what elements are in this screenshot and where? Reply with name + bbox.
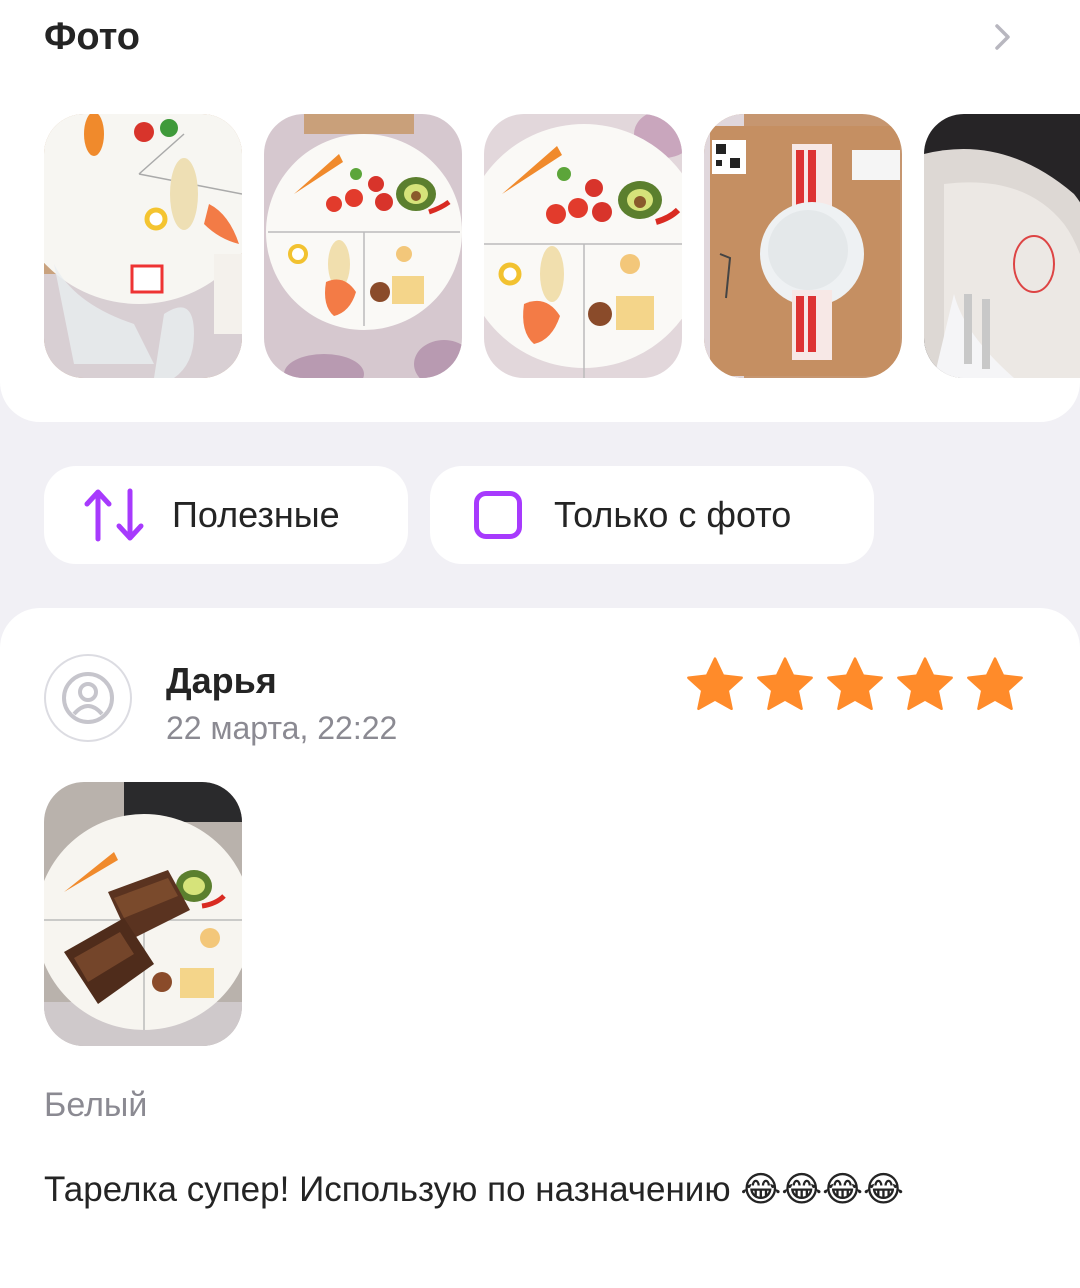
star-icon [687, 657, 743, 711]
review-photo-image [44, 782, 242, 1046]
user-icon [62, 672, 114, 724]
photo-package-box-image [704, 114, 902, 378]
chevron-right-icon[interactable] [988, 22, 1018, 52]
photos-section: Фото [0, 0, 1080, 422]
photo-plate-with-stand-image [44, 114, 242, 378]
star-icon [897, 657, 953, 711]
photo-only-filter[interactable]: Только с фото [430, 466, 874, 564]
section-title: Фото [44, 16, 141, 58]
sort-arrows-icon [84, 488, 144, 542]
star-icon [967, 657, 1023, 711]
photo-thumbnail[interactable] [44, 114, 242, 378]
review-date: 22 марта, 22:22 [166, 710, 398, 746]
product-variant: Белый [44, 1086, 148, 1124]
photo-thumbnail[interactable] [924, 114, 1080, 378]
photo-plate-closeup-image [484, 114, 682, 378]
user-avatar-icon [44, 654, 132, 742]
rating-stars [684, 654, 1026, 718]
review-photo[interactable] [44, 782, 242, 1046]
review-card: Дарья 22 марта, 22:22 Белый Тарелка супе… [0, 608, 1080, 1288]
star-icon [827, 657, 883, 711]
photo-thumbnail[interactable] [484, 114, 682, 378]
photo-only-label: Только с фото [554, 494, 792, 535]
sort-label: Полезные [172, 494, 340, 535]
photo-thumbnail[interactable] [704, 114, 902, 378]
photo-plate-front-image [264, 114, 462, 378]
sort-button[interactable]: Полезные [44, 466, 408, 564]
review-text: Тарелка супер! Использую по назначению 😂… [44, 1170, 904, 1209]
checkbox-icon[interactable] [474, 491, 522, 539]
photo-plate-edge-image [924, 114, 1080, 378]
photo-strip[interactable] [44, 114, 1080, 378]
author-name: Дарья [166, 660, 277, 701]
star-icon [757, 657, 813, 711]
photo-thumbnail[interactable] [264, 114, 462, 378]
